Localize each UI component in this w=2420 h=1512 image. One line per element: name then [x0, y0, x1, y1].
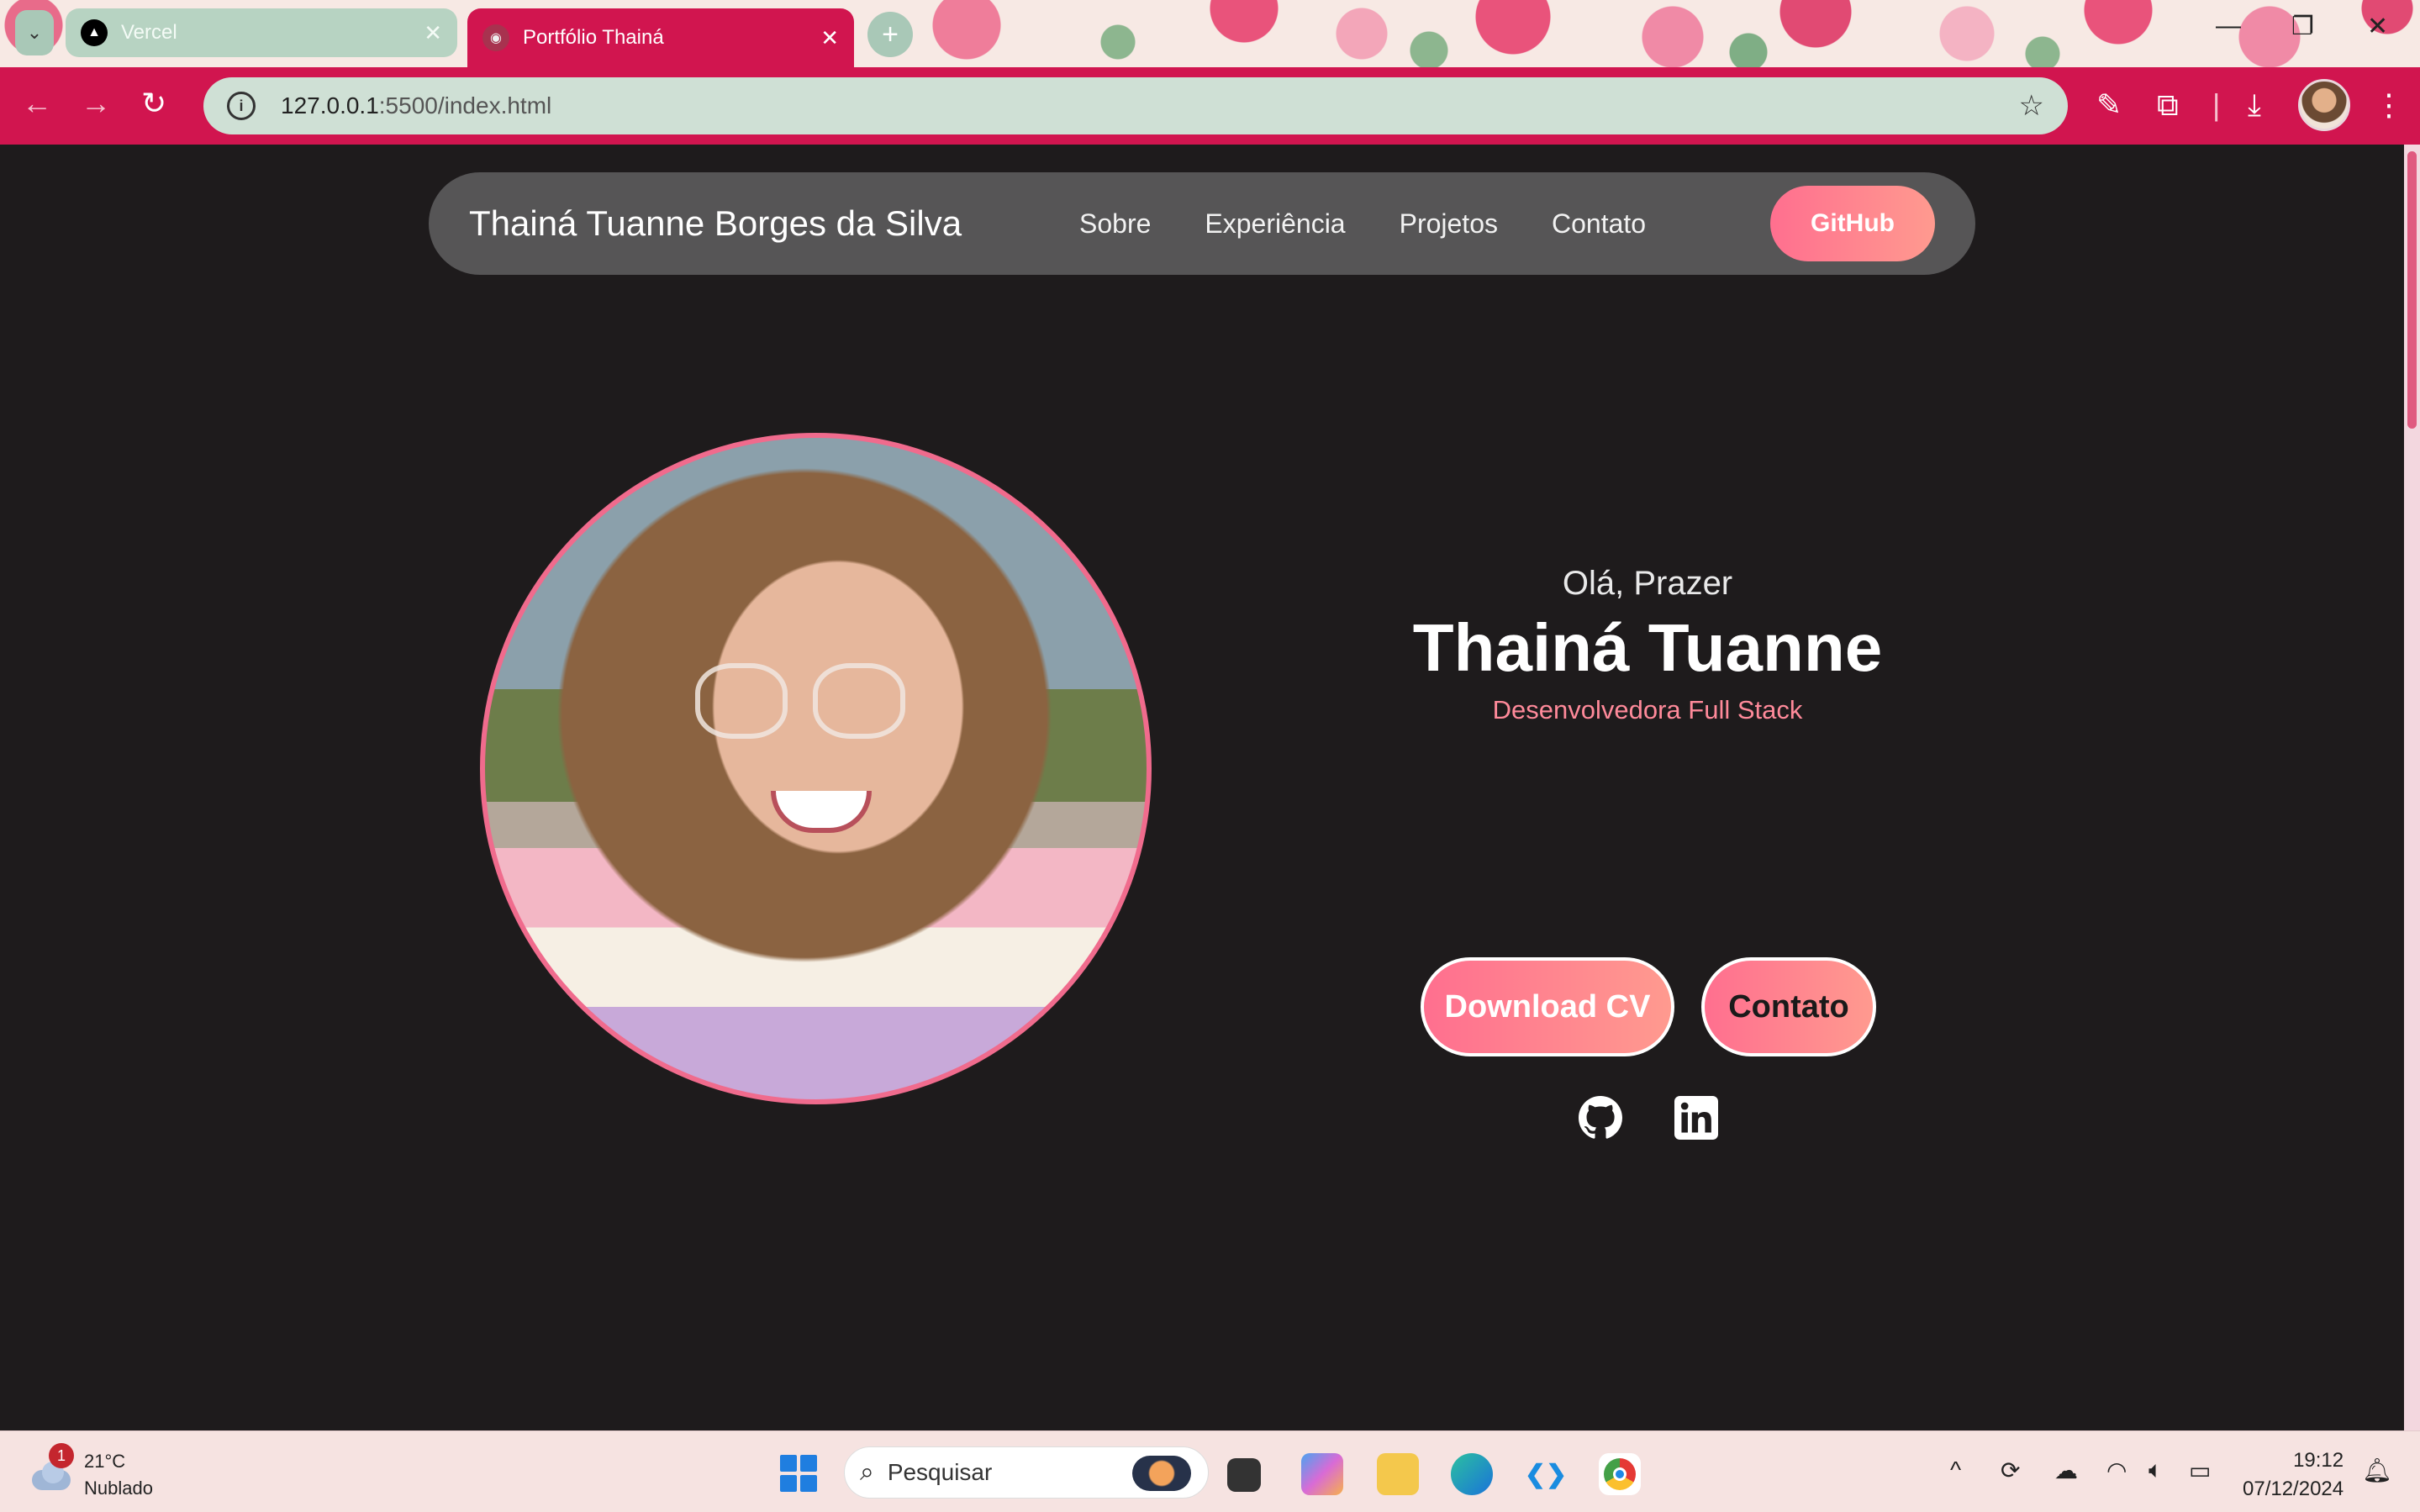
- hero-text: Olá, Prazer Thainá Tuanne Desenvolvedora…: [1261, 565, 2034, 725]
- hero-greeting: Olá, Prazer: [1562, 565, 1733, 602]
- site-brand[interactable]: Thainá Tuanne Borges da Silva: [469, 203, 962, 244]
- nav-menu: Sobre Experiência Projetos Contato: [1079, 172, 1646, 275]
- copilot-icon[interactable]: [1301, 1453, 1343, 1495]
- reload-icon[interactable]: ↻: [141, 86, 166, 121]
- new-tab-button[interactable]: +: [867, 12, 913, 57]
- hero-role: Desenvolvedora Full Stack: [1492, 695, 1803, 724]
- scrollbar-thumb[interactable]: [2407, 151, 2417, 429]
- close-icon[interactable]: ✕: [820, 25, 839, 51]
- weather-condition: Nublado: [84, 1478, 153, 1499]
- page-scrollbar[interactable]: [2404, 145, 2420, 1430]
- photo-detail: [813, 663, 905, 739]
- edge-icon[interactable]: [1451, 1453, 1493, 1495]
- nav-link-sobre[interactable]: Sobre: [1079, 208, 1151, 240]
- eyedropper-icon[interactable]: ✎: [2096, 87, 2122, 123]
- search-highlight-icon: [1132, 1456, 1191, 1491]
- github-icon[interactable]: [1579, 1096, 1622, 1140]
- hero-buttons: Download CV Contato: [1421, 957, 1876, 1056]
- profile-avatar[interactable]: [2298, 79, 2350, 131]
- page-viewport: Thainá Tuanne Borges da Silva Sobre Expe…: [0, 145, 2404, 1430]
- tab-title: Portfólio Thainá: [523, 26, 664, 49]
- search-icon: ⌕: [860, 1458, 874, 1486]
- search-placeholder: Pesquisar: [887, 1459, 993, 1485]
- extensions-icon[interactable]: ⧉: [2157, 87, 2179, 124]
- linkedin-icon[interactable]: [1674, 1096, 1718, 1140]
- github-button[interactable]: GitHub: [1770, 186, 1935, 261]
- close-icon[interactable]: ✕: [424, 20, 442, 46]
- vscode-icon[interactable]: ❮❯: [1525, 1453, 1567, 1495]
- tab-vercel[interactable]: ▲ Vercel ✕: [66, 8, 457, 57]
- address-bar[interactable]: i 127.0.0.1:5500/index.html ☆: [203, 77, 2068, 134]
- tab-portfolio[interactable]: ◉ Portfólio Thainá ✕: [467, 8, 854, 67]
- hero-name: Thainá Tuanne: [1412, 610, 1883, 685]
- wifi-icon[interactable]: ◠: [2106, 1457, 2127, 1484]
- minimize-icon[interactable]: —: [2216, 12, 2241, 40]
- tab-strip: ⌄ ▲ Vercel ✕ ◉ Portfólio Thainá ✕ + — ❐ …: [0, 0, 2420, 67]
- browser-toolbar: ← → ↻ i 127.0.0.1:5500/index.html ☆ ✎ ⧉ …: [0, 67, 2420, 145]
- more-menu-icon[interactable]: ⋮: [2374, 87, 2404, 123]
- nav-link-projetos[interactable]: Projetos: [1400, 208, 1498, 240]
- file-explorer-icon[interactable]: [1377, 1453, 1419, 1495]
- url-text[interactable]: 127.0.0.1:5500/index.html: [281, 92, 2019, 119]
- battery-icon[interactable]: ▭: [2189, 1457, 2211, 1484]
- tab-search-button[interactable]: ⌄: [15, 10, 54, 55]
- vercel-favicon-icon: ▲: [81, 19, 108, 46]
- plus-icon: +: [882, 18, 899, 50]
- clock-date: 07/12/2024: [2243, 1478, 2344, 1500]
- nav-link-contato[interactable]: Contato: [1552, 208, 1646, 240]
- social-links: [1579, 1096, 1718, 1140]
- url-host: 127.0.0.1: [281, 92, 379, 119]
- forward-arrow-icon[interactable]: →: [81, 86, 111, 121]
- download-icon[interactable]: ⤓: [2248, 87, 2261, 124]
- globe-icon: ◉: [482, 24, 509, 51]
- onedrive-icon[interactable]: ☁: [2054, 1457, 2078, 1484]
- taskbar-clock[interactable]: 19:12 07/12/2024: [2243, 1446, 2344, 1504]
- photo-detail: [771, 791, 872, 833]
- weather-temperature: 21°C: [84, 1451, 126, 1472]
- weather-widget[interactable]: 21°C Nublado: [29, 1448, 153, 1502]
- taskbar: 21°C Nublado 1 ⌕ Pesquisar ❮❯ ^ ⟳ ☁ ◠ 🔈︎…: [0, 1430, 2420, 1512]
- bookmark-star-icon[interactable]: ☆: [2019, 89, 2044, 123]
- bell-icon[interactable]: 🔔︎: [2362, 1457, 2392, 1484]
- sync-icon[interactable]: ⟳: [2001, 1457, 2020, 1484]
- profile-photo: [480, 433, 1152, 1104]
- url-path: :5500/index.html: [378, 92, 552, 119]
- volume-icon[interactable]: 🔈︎: [2148, 1457, 2163, 1484]
- window-close-icon[interactable]: ✕: [2367, 12, 2388, 41]
- windows-start-icon[interactable]: [780, 1455, 817, 1492]
- chrome-icon[interactable]: [1599, 1453, 1641, 1495]
- site-info-icon[interactable]: i: [227, 92, 256, 120]
- download-cv-button[interactable]: Download CV: [1421, 957, 1674, 1056]
- nav-link-experiencia[interactable]: Experiência: [1205, 208, 1345, 240]
- clock-time: 19:12: [2293, 1449, 2344, 1472]
- photo-detail: [695, 663, 788, 739]
- back-arrow-icon[interactable]: ←: [22, 86, 52, 121]
- contact-button[interactable]: Contato: [1701, 957, 1876, 1056]
- tab-title: Vercel: [121, 21, 177, 44]
- notification-badge: 1: [49, 1443, 74, 1468]
- restore-icon[interactable]: ❐: [2291, 12, 2314, 41]
- chevron-down-icon: ⌄: [26, 22, 43, 43]
- task-view-icon[interactable]: [1227, 1458, 1261, 1492]
- chevron-up-icon[interactable]: ^: [1950, 1457, 1961, 1483]
- divider: |: [2212, 87, 2221, 122]
- taskbar-search[interactable]: ⌕ Pesquisar: [844, 1446, 1209, 1499]
- site-navbar: Thainá Tuanne Borges da Silva Sobre Expe…: [429, 172, 1975, 275]
